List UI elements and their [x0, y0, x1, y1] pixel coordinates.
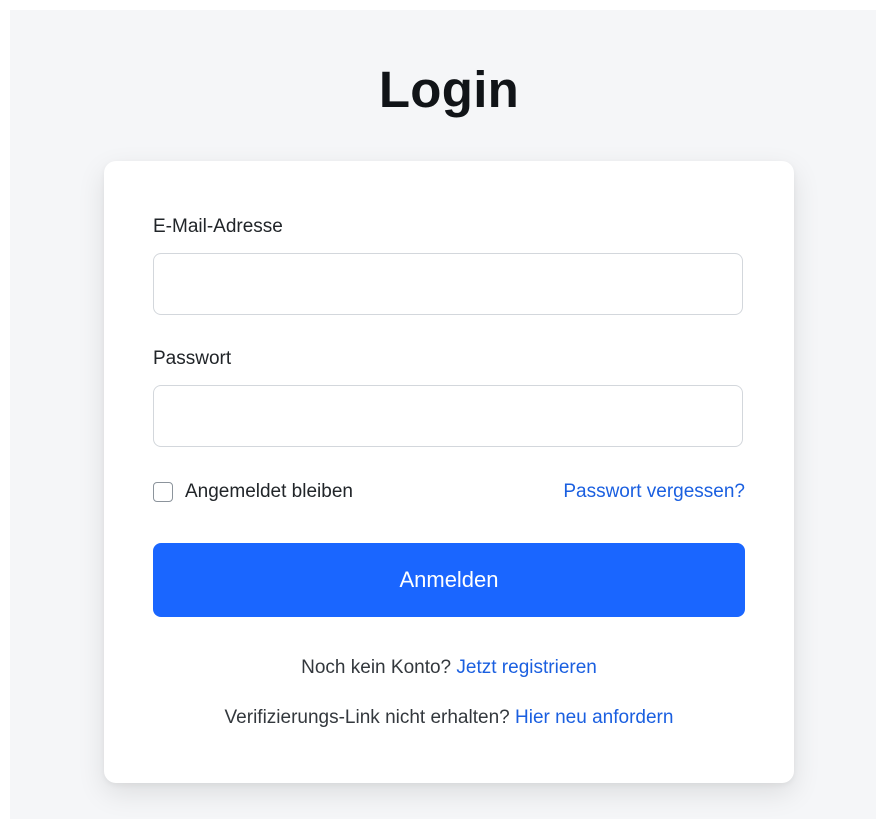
register-link[interactable]: Jetzt registrieren — [456, 657, 596, 678]
verification-line: Verifizierungs-Link nicht erhalten? Hier… — [104, 706, 794, 730]
login-button[interactable]: Anmelden — [153, 543, 745, 617]
password-field[interactable] — [153, 385, 743, 447]
password-label: Passwort — [153, 348, 232, 369]
forgot-password-link[interactable]: Passwort vergessen? — [563, 480, 745, 504]
register-line: Noch kein Konto? Jetzt registrieren — [104, 656, 794, 680]
request-verification-link[interactable]: Hier neu anfordern — [515, 707, 673, 728]
verification-prompt: Verifizierungs-Link nicht erhalten? — [224, 707, 510, 728]
remember-me-checkbox[interactable] — [153, 482, 173, 502]
remember-me-label[interactable]: Angemeldet bleiben — [185, 481, 353, 503]
email-field[interactable] — [153, 253, 743, 315]
login-card: E-Mail-Adresse Passwort Angemeldet bleib… — [104, 161, 794, 783]
remember-me-row: Angemeldet bleiben — [153, 480, 353, 504]
page-title: Login — [378, 61, 520, 118]
register-prompt: Noch kein Konto? — [301, 657, 452, 678]
email-label: E-Mail-Adresse — [153, 216, 283, 237]
page-background: Login E-Mail-Adresse Passwort Angemeldet… — [10, 10, 876, 819]
